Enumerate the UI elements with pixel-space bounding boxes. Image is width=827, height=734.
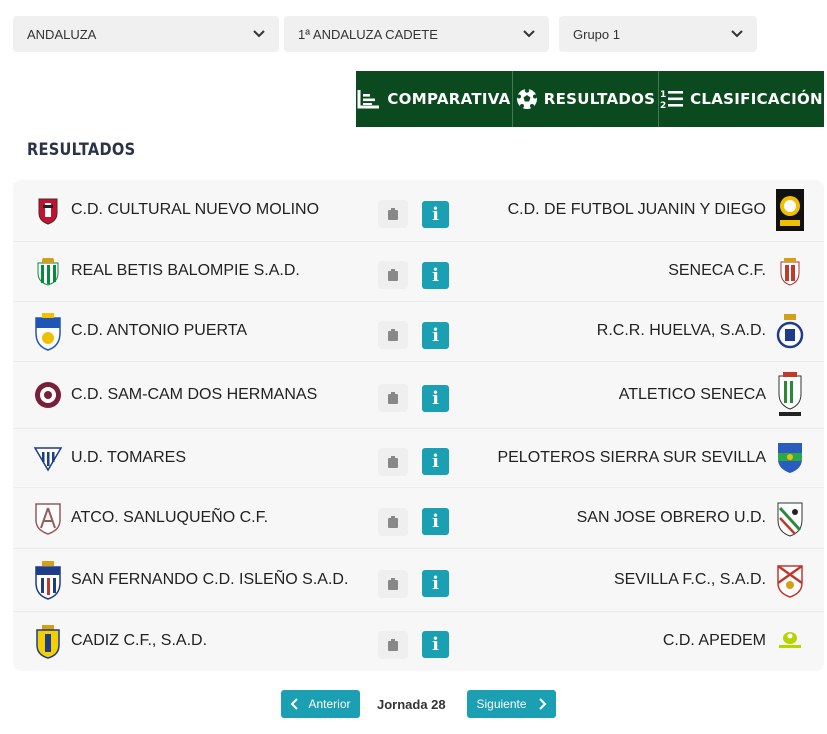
match-info-button[interactable]: i [422, 448, 449, 475]
match-row: REAL BETIS BALOMPIE S.A.D. i SENECA C.F. [13, 242, 824, 302]
match-row: SAN FERNANDO C.D. ISLEÑO S.A.D. i SEVILL… [13, 549, 824, 612]
away-team-name: SEVILLA F.C., S.A.D. [613, 571, 766, 588]
next-button[interactable]: Siguiente [467, 690, 556, 718]
match-info-button[interactable]: i [422, 262, 449, 289]
match-row: CADIZ C.F., S.A.D. i C.D. APEDEM [13, 612, 824, 671]
match-info-button[interactable]: i [422, 631, 449, 658]
team-crest-icon [33, 447, 63, 472]
clipboard-icon [388, 639, 398, 651]
away-team-name: R.C.R. HUELVA, S.A.D. [596, 322, 766, 339]
team-crest-icon [36, 625, 60, 659]
view-tabs: COMPARATIVA RESULTADOS 1 2 CLASIFICACIÓN [356, 71, 824, 127]
match-row: C.D. ANTONIO PUERTA i R.C.R. HUELVA, S.A… [13, 302, 824, 362]
team-crest-icon [778, 372, 802, 416]
chevron-left-icon [291, 698, 299, 710]
ranking-list-icon: 1 2 [660, 90, 684, 109]
group-select[interactable]: Grupo 1 [559, 16, 757, 52]
round-label: Jornada 28 [377, 697, 446, 712]
team-crest-icon [35, 503, 61, 535]
team-crest-icon [38, 198, 58, 225]
match-info-button[interactable]: i [422, 508, 449, 535]
away-team-name: PELOTEROS SIERRA SUR SEVILLA [497, 449, 766, 466]
previous-label: Anterior [308, 697, 351, 711]
next-label: Siguiente [476, 697, 527, 711]
match-report-button[interactable] [378, 200, 408, 228]
away-team-name: SAN JOSE OBRERO U.D. [576, 509, 766, 526]
match-row: ATCO. SANLUQUEÑO C.F. i SAN JOSE OBRERO … [13, 488, 824, 549]
match-row: U.D. TOMARES i PELOTEROS SIERRA SUR SEVI… [13, 429, 824, 488]
team-crest-icon [35, 313, 61, 351]
home-team-name: CADIZ C.F., S.A.D. [71, 632, 208, 649]
tab-comparativa[interactable]: COMPARATIVA [356, 71, 513, 127]
match-report-button[interactable] [378, 321, 408, 349]
clipboard-icon [388, 208, 398, 220]
tab-clasificacion[interactable]: 1 2 CLASIFICACIÓN [659, 71, 824, 127]
match-report-button[interactable] [378, 448, 408, 476]
match-info-button[interactable]: i [422, 322, 449, 349]
chart-icon [357, 90, 380, 109]
team-crest-icon [777, 564, 803, 598]
match-info-button[interactable]: i [422, 570, 449, 597]
section-title: RESULTADOS [27, 140, 136, 160]
region-select-value: ANDALUZA [27, 26, 97, 42]
away-team-name: C.D. APEDEM [662, 632, 766, 649]
svg-text:2: 2 [660, 101, 667, 109]
team-crest-icon [777, 502, 803, 537]
tab-label: RESULTADOS [543, 90, 656, 108]
home-team-name: C.D. SAM-CAM DOS HERMANAS [71, 386, 318, 403]
match-report-button[interactable] [378, 384, 408, 412]
chevron-down-icon [731, 30, 743, 38]
group-select-value: Grupo 1 [573, 26, 620, 42]
region-select[interactable]: ANDALUZA [13, 16, 279, 52]
team-crest-icon [780, 258, 800, 286]
team-crest-icon [776, 189, 804, 231]
home-team-name: U.D. TOMARES [71, 449, 186, 466]
clipboard-icon [388, 456, 398, 468]
chevron-down-icon [253, 30, 265, 38]
match-report-button[interactable] [378, 508, 408, 536]
tab-resultados[interactable]: RESULTADOS [513, 71, 659, 127]
home-team-name: SAN FERNANDO C.D. ISLEÑO S.A.D. [71, 571, 349, 588]
match-report-button[interactable] [378, 631, 408, 659]
competition-select-value: 1ª ANDALUZA CADETE [298, 26, 438, 42]
clipboard-icon [388, 269, 398, 281]
chevron-right-icon [538, 698, 546, 710]
match-report-button[interactable] [378, 570, 408, 598]
previous-button[interactable]: Anterior [281, 690, 360, 718]
svg-text:1: 1 [660, 90, 667, 100]
home-team-name: C.D. CULTURAL NUEVO MOLINO [71, 201, 320, 218]
team-crest-icon [35, 382, 61, 408]
competition-select[interactable]: 1ª ANDALUZA CADETE [284, 16, 549, 52]
match-row: C.D. SAM-CAM DOS HERMANAS i ATLETICO SEN… [13, 362, 824, 429]
team-crest-icon [37, 258, 59, 286]
soccer-ball-icon [516, 88, 537, 109]
match-row: C.D. CULTURAL NUEVO MOLINO i C.D. DE FUT… [13, 180, 824, 242]
clipboard-icon [388, 329, 398, 341]
tab-label: CLASIFICACIÓN [690, 90, 823, 108]
away-team-name: C.D. DE FUTBOL JUANIN Y DIEGO [507, 201, 766, 218]
clipboard-icon [388, 392, 398, 404]
team-crest-icon [35, 561, 61, 600]
home-team-name: C.D. ANTONIO PUERTA [71, 322, 248, 339]
clipboard-icon [388, 516, 398, 528]
team-crest-icon [778, 443, 802, 473]
home-team-name: REAL BETIS BALOMPIE S.A.D. [71, 262, 300, 279]
match-info-button[interactable]: i [422, 201, 449, 228]
match-list: C.D. CULTURAL NUEVO MOLINO i C.D. DE FUT… [13, 180, 824, 671]
tab-label: COMPARATIVA [387, 90, 511, 108]
clipboard-icon [388, 578, 398, 590]
team-crest-icon [779, 632, 801, 648]
team-crest-icon [776, 314, 804, 349]
home-team-name: ATCO. SANLUQUEÑO C.F. [71, 509, 269, 526]
chevron-down-icon [523, 30, 535, 38]
match-info-button[interactable]: i [422, 385, 449, 412]
away-team-name: ATLETICO SENECA [618, 386, 766, 403]
away-team-name: SENECA C.F. [668, 262, 766, 279]
match-report-button[interactable] [378, 261, 408, 289]
